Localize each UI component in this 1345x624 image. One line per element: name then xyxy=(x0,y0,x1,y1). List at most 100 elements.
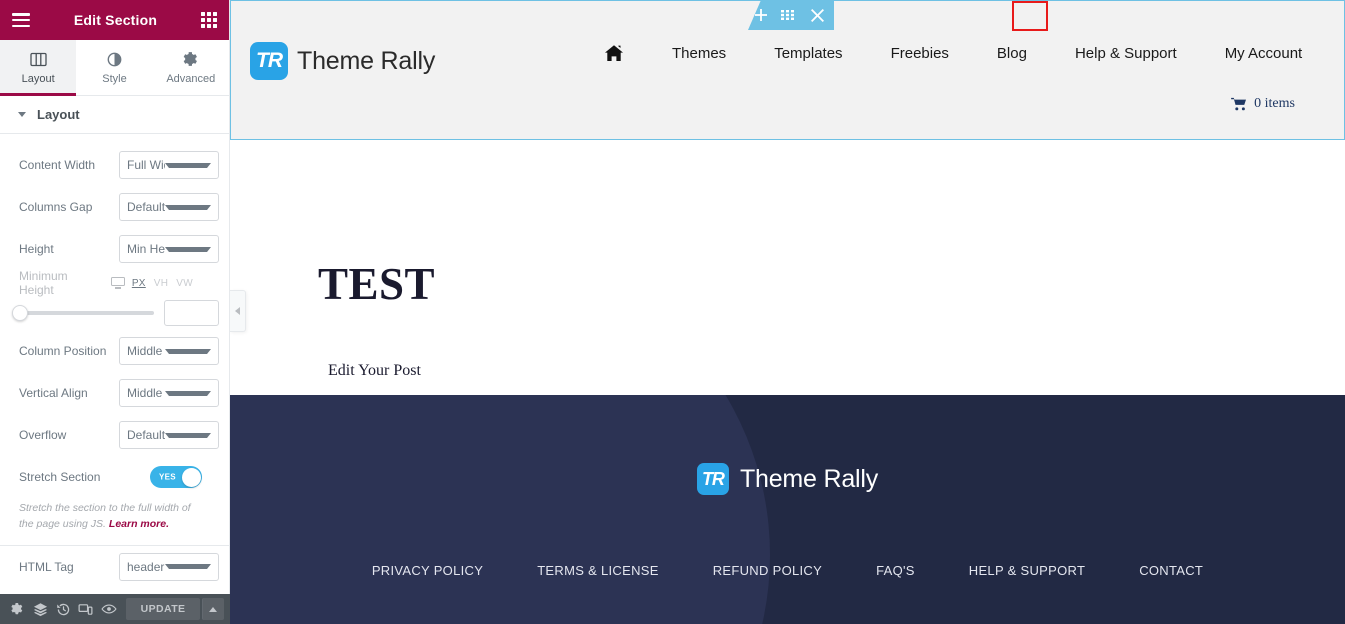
add-section-button[interactable] xyxy=(748,0,774,30)
footer-decorative-circle xyxy=(230,395,770,624)
content-width-value: Full Width xyxy=(127,158,165,172)
learn-more-link[interactable]: Learn more. xyxy=(109,518,169,530)
update-options-button[interactable] xyxy=(202,598,224,620)
edit-post-link[interactable]: Edit Your Post xyxy=(328,362,421,380)
control-html-tag: HTML Tag header xyxy=(0,546,229,588)
update-button[interactable]: UPDATE xyxy=(126,598,200,620)
nav-item-freebies[interactable]: Freebies xyxy=(867,45,973,62)
layout-controls: Content Width Full Width Columns Gap Def… xyxy=(0,134,229,588)
chevron-down-icon xyxy=(165,205,211,210)
history-icon[interactable] xyxy=(52,594,75,624)
tab-layout[interactable]: Layout xyxy=(0,40,76,95)
nav-item-my-account[interactable]: My Account xyxy=(1201,45,1327,62)
content-width-select[interactable]: Full Width xyxy=(119,151,219,179)
tab-style[interactable]: Style xyxy=(76,40,152,95)
panel-collapse-handle[interactable] xyxy=(230,290,246,332)
footer-link-contact[interactable]: CONTACT xyxy=(1112,563,1230,578)
columns-gap-select[interactable]: Default xyxy=(119,193,219,221)
home-icon xyxy=(604,44,624,63)
cart-link[interactable]: 0 items xyxy=(1231,96,1295,112)
layout-columns-icon xyxy=(30,51,47,68)
nav-item-blog[interactable]: Blog xyxy=(973,45,1051,62)
chevron-down-icon xyxy=(165,391,211,396)
footer-logo[interactable]: TR Theme Rally xyxy=(230,463,1345,495)
responsive-icon[interactable] xyxy=(75,594,98,624)
html-tag-select[interactable]: header xyxy=(119,553,219,581)
panel-tabs: Layout Style Advanced xyxy=(0,40,229,96)
plus-icon xyxy=(755,9,767,21)
tab-advanced[interactable]: Advanced xyxy=(153,40,229,95)
delete-section-button[interactable] xyxy=(800,0,834,30)
nav-item-templates[interactable]: Templates xyxy=(750,45,866,62)
control-overflow: Overflow Default xyxy=(0,414,229,456)
minimum-height-input[interactable] xyxy=(164,300,219,326)
footer-logo-mark-tr: TR xyxy=(697,463,729,495)
slider-knob[interactable] xyxy=(12,305,28,321)
column-position-select[interactable]: Middle xyxy=(119,337,219,365)
section-toolbar xyxy=(748,0,834,30)
editor-panel: Edit Section Layout Style xyxy=(0,0,230,624)
panel-header: Edit Section xyxy=(0,0,229,40)
content-width-label: Content Width xyxy=(19,158,111,172)
column-position-value: Middle xyxy=(127,344,165,358)
html-tag-label: HTML Tag xyxy=(19,560,111,574)
nav-item-themes[interactable]: Themes xyxy=(648,45,750,62)
chevron-down-icon xyxy=(165,349,211,354)
vertical-align-select[interactable]: Middle xyxy=(119,379,219,407)
contrast-circle-icon xyxy=(106,51,123,68)
shopping-cart-icon xyxy=(1231,97,1247,111)
overflow-label: Overflow xyxy=(19,428,111,442)
footer-links: PRIVACY POLICY TERMS & LICENSE REFUND PO… xyxy=(230,563,1345,578)
page-title: TEST xyxy=(318,258,435,310)
height-select[interactable]: Min Height xyxy=(119,235,219,263)
minimum-height-slider[interactable] xyxy=(14,311,154,315)
unit-vw[interactable]: VW xyxy=(176,278,193,289)
nav-item-home[interactable] xyxy=(580,44,648,63)
height-label: Height xyxy=(19,242,111,256)
layout-section-title: Layout xyxy=(37,107,80,122)
hamburger-icon[interactable] xyxy=(12,13,30,27)
panel-footer-toolbar: UPDATE xyxy=(0,594,230,624)
chevron-down-icon xyxy=(165,433,211,438)
columns-gap-value: Default xyxy=(127,200,165,214)
eye-icon[interactable] xyxy=(97,594,120,624)
overflow-select[interactable]: Default xyxy=(119,421,219,449)
footer-link-refund-policy[interactable]: REFUND POLICY xyxy=(686,563,849,578)
close-x-icon xyxy=(811,9,824,22)
tab-advanced-label: Advanced xyxy=(166,73,215,85)
stretch-helper-text: Stretch the section to the full width of… xyxy=(0,498,229,546)
drag-grid-icon xyxy=(781,10,794,20)
site-logo[interactable]: TR Theme Rally xyxy=(250,42,435,80)
column-position-label: Column Position xyxy=(19,344,111,358)
logo-text: Theme Rally xyxy=(297,47,435,76)
chevron-down-icon xyxy=(165,163,211,168)
chevron-up-icon xyxy=(209,607,217,612)
elementor-editor: Edit Section Layout Style xyxy=(0,0,1345,624)
control-columns-gap: Columns Gap Default xyxy=(0,186,229,228)
drag-section-handle[interactable] xyxy=(774,0,800,30)
gear-icon[interactable] xyxy=(6,594,29,624)
cart-count-text: 0 items xyxy=(1254,96,1295,112)
site-content-section[interactable]: TEST Edit Your Post xyxy=(230,140,1345,395)
control-vertical-align: Vertical Align Middle xyxy=(0,372,229,414)
nav-item-help-support[interactable]: Help & Support xyxy=(1051,45,1201,62)
footer-link-terms-license[interactable]: TERMS & LICENSE xyxy=(510,563,686,578)
footer-link-privacy-policy[interactable]: PRIVACY POLICY xyxy=(345,563,510,578)
tab-layout-label: Layout xyxy=(22,73,55,85)
stretch-section-toggle[interactable]: YES xyxy=(150,466,202,488)
chevron-down-icon xyxy=(165,247,211,252)
unit-px[interactable]: PX xyxy=(132,278,146,289)
tab-style-label: Style xyxy=(102,73,126,85)
control-column-position: Column Position Middle xyxy=(0,330,229,372)
unit-vh[interactable]: VH xyxy=(154,278,169,289)
height-value: Min Height xyxy=(127,242,165,256)
layers-icon[interactable] xyxy=(29,594,52,624)
monitor-icon[interactable] xyxy=(111,277,124,289)
control-stretch-section: Stretch Section YES xyxy=(0,456,229,498)
layout-section-toggle[interactable]: Layout xyxy=(0,96,229,134)
site-footer-section[interactable]: TR Theme Rally PRIVACY POLICY TERMS & LI… xyxy=(230,395,1345,624)
grid-icon[interactable] xyxy=(201,12,217,28)
footer-link-help-support[interactable]: HELP & SUPPORT xyxy=(942,563,1112,578)
vertical-align-value: Middle xyxy=(127,386,165,400)
footer-link-faqs[interactable]: FAQ'S xyxy=(849,563,942,578)
